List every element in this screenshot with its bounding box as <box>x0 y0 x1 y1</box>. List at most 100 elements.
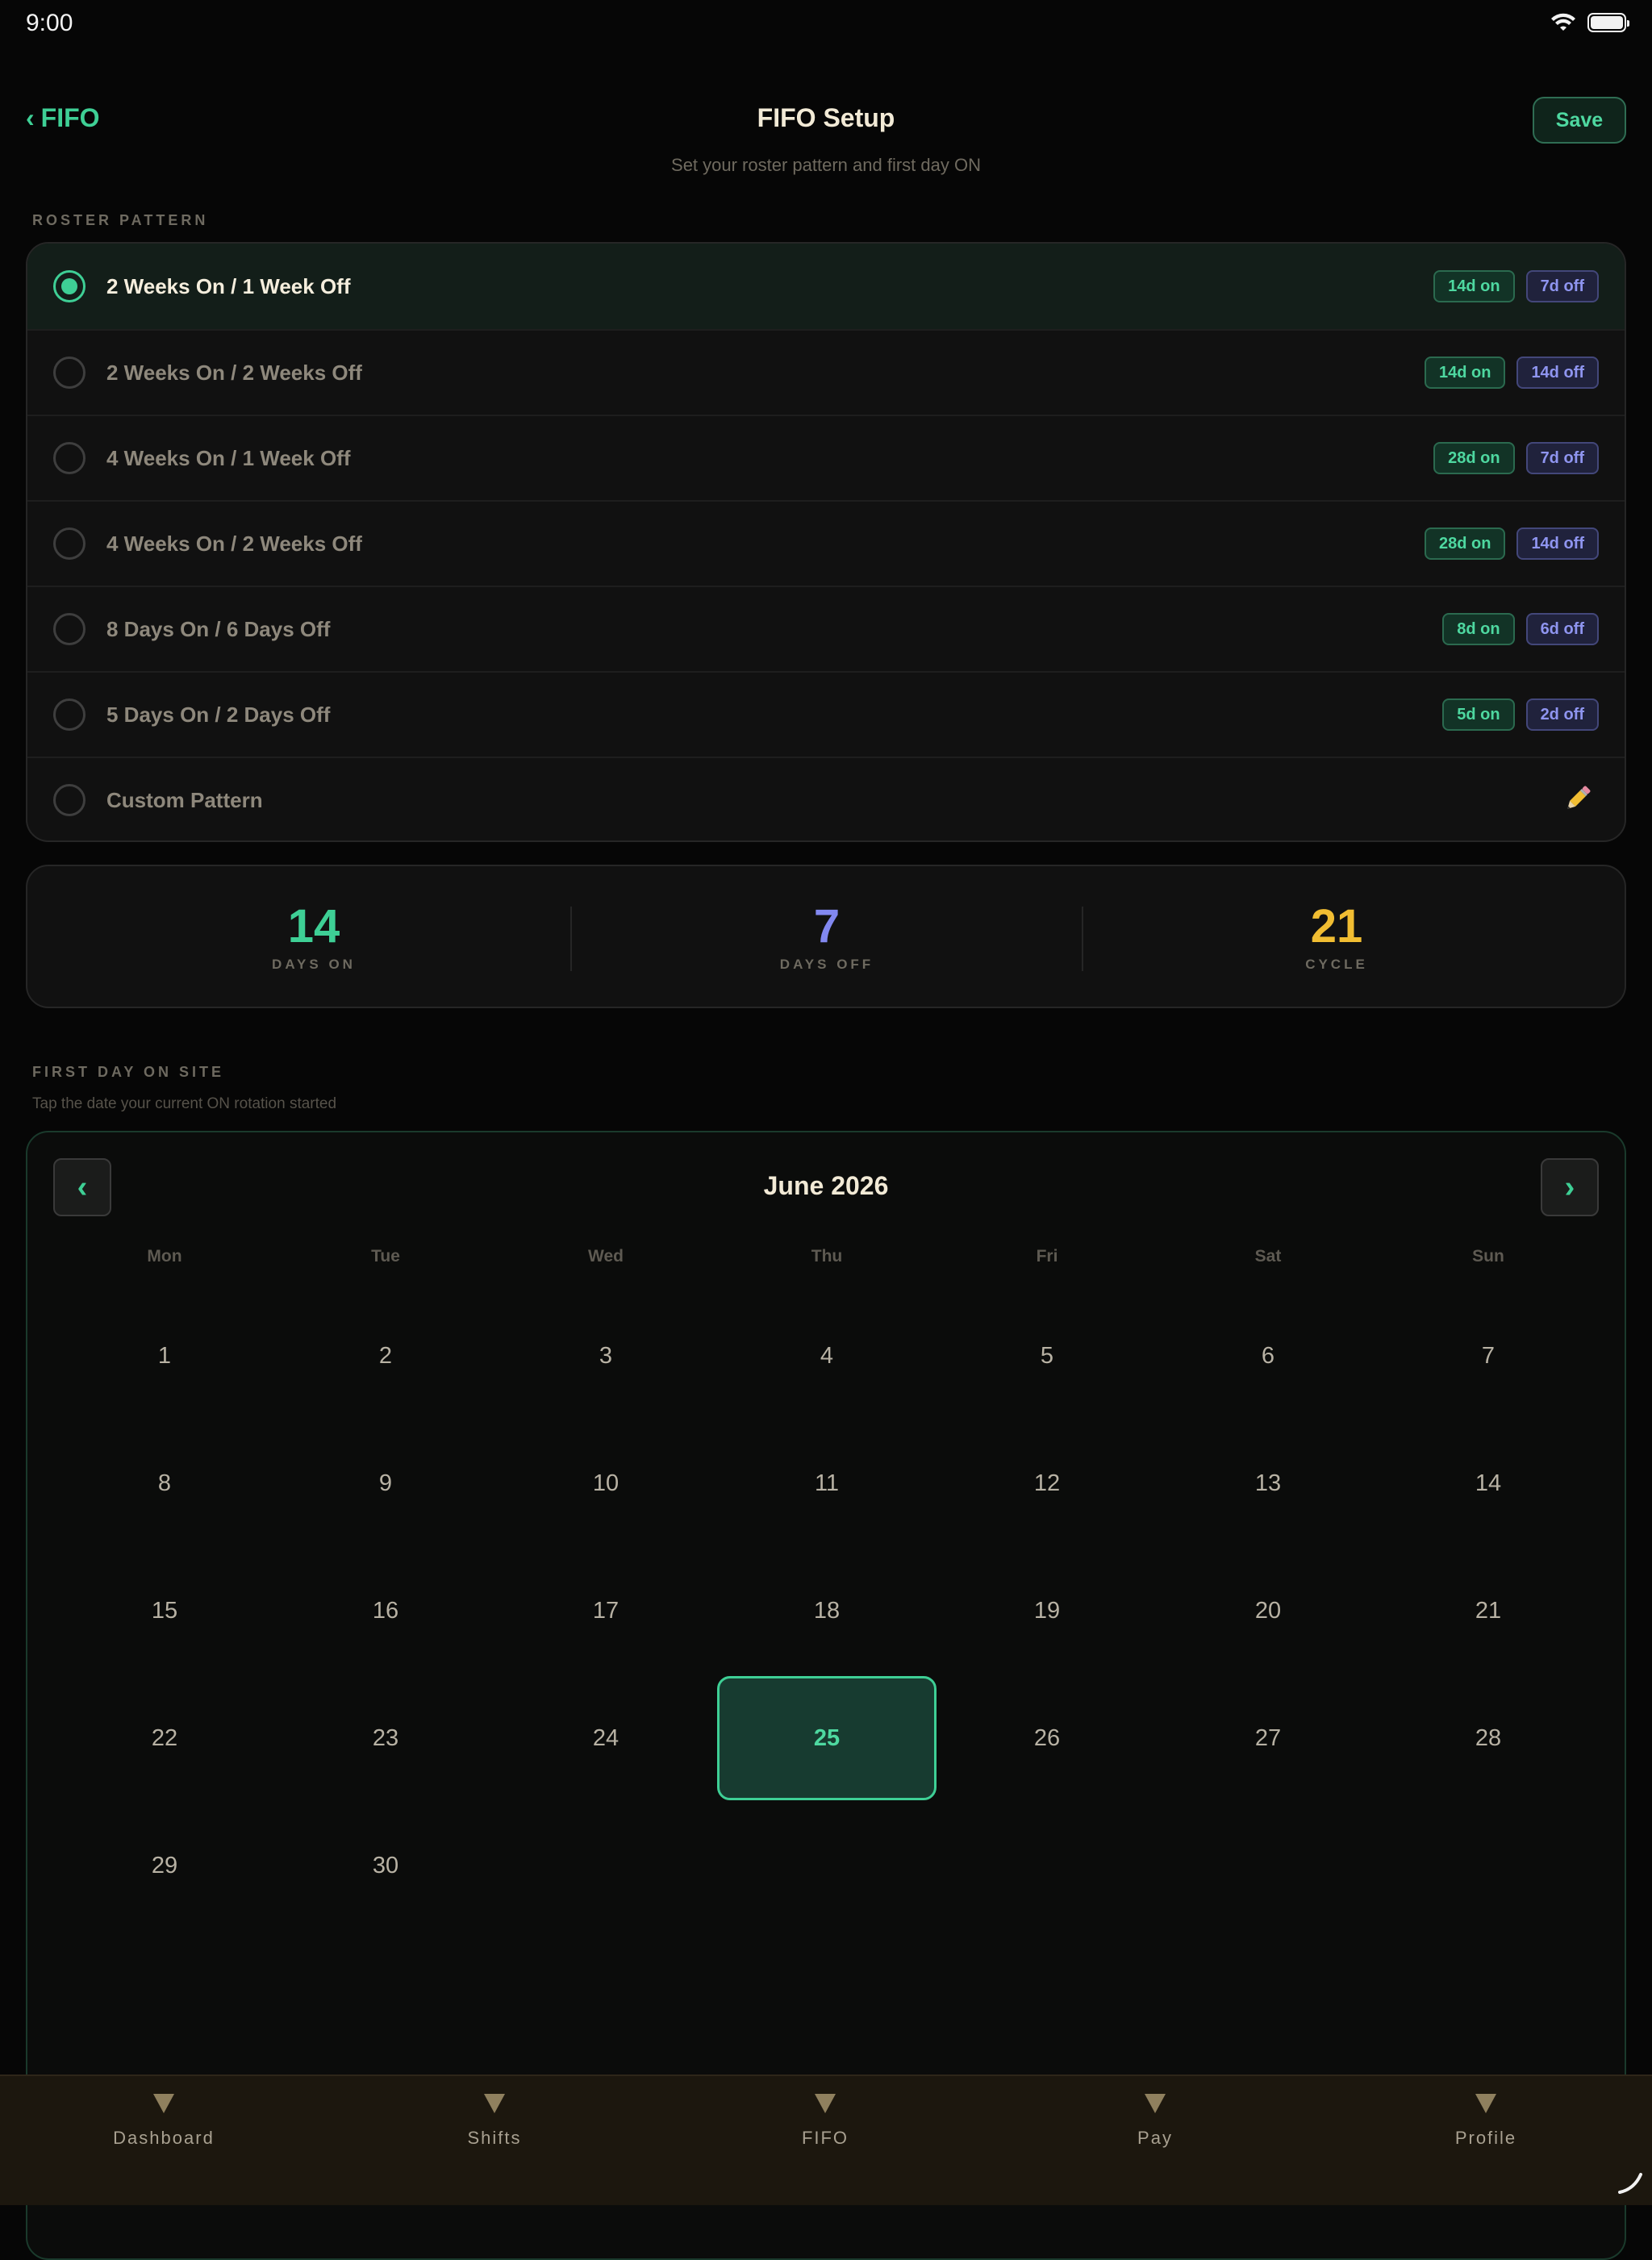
weekday-header: Wed <box>588 1247 624 1266</box>
roster-option-label: 5 Days On / 2 Days Off <box>106 702 331 727</box>
days-on-badge: 28d on <box>1433 442 1515 474</box>
radio[interactable] <box>53 613 86 645</box>
calendar-day[interactable]: 1 <box>55 1294 274 1418</box>
tab-shifts[interactable]: Shifts <box>390 2094 599 2149</box>
roster-option-label: 8 Days On / 6 Days Off <box>106 616 331 641</box>
days-off-badge: 7d off <box>1525 270 1599 302</box>
tab-profile[interactable]: Profile <box>1381 2094 1591 2149</box>
status-time: 9:00 <box>26 10 73 36</box>
days-on-badge: 8d on <box>1442 613 1515 645</box>
tab-label: Dashboard <box>113 2128 215 2148</box>
first-day-section-label: FIRST DAY ON SITE <box>32 1064 225 1080</box>
pencil-icon[interactable] <box>1562 782 1594 815</box>
days-on-stat: 14 DAYS ON <box>193 899 435 973</box>
calendar-day[interactable]: 26 <box>937 1676 1157 1800</box>
radio-selected[interactable] <box>53 270 86 302</box>
month-label: June 2026 <box>763 1171 889 1200</box>
calendar-day[interactable]: 30 <box>276 1803 495 1928</box>
calendar-day[interactable]: 17 <box>496 1549 715 1673</box>
weekday-header: Sun <box>1472 1247 1504 1266</box>
wifi-icon <box>1551 13 1575 31</box>
roster-option-label: 2 Weeks On / 1 Week Off <box>106 273 351 298</box>
weekday-header: Mon <box>147 1247 182 1266</box>
days-on-label: DAYS ON <box>272 957 356 972</box>
weekday-header: Fri <box>1036 1247 1058 1266</box>
roster-pattern-list: 2 Weeks On / 1 Week Off 14d on 7d off 2 … <box>26 242 1626 842</box>
fifo-icon <box>815 2094 836 2113</box>
days-off-stat: 7 DAYS OFF <box>706 899 948 973</box>
first-day-hint: Tap the date your current ON rotation st… <box>32 1095 337 1112</box>
calendar-day[interactable]: 18 <box>717 1549 937 1673</box>
tab-bar: Dashboard Shifts FIFO Pay Profile <box>0 2074 1652 2205</box>
calendar-day[interactable]: 12 <box>937 1421 1157 1545</box>
stat-divider <box>570 907 572 971</box>
calendar-day[interactable]: 7 <box>1379 1294 1598 1418</box>
cycle-value: 21 <box>1310 900 1363 953</box>
tab-label: Pay <box>1137 2128 1173 2148</box>
calendar-day[interactable]: 9 <box>276 1421 495 1545</box>
days-off-badge: 7d off <box>1525 442 1599 474</box>
calendar-day[interactable]: 13 <box>1158 1421 1378 1545</box>
calendar-day[interactable]: 24 <box>496 1676 715 1800</box>
calendar-day[interactable]: 19 <box>937 1549 1157 1673</box>
calendar-day[interactable]: 6 <box>1158 1294 1378 1418</box>
weekday-header: Sat <box>1254 1247 1282 1266</box>
radio[interactable] <box>53 442 86 474</box>
calendar-day-selected[interactable]: 25 <box>717 1676 937 1800</box>
calendar-day[interactable]: 2 <box>276 1294 495 1418</box>
radio[interactable] <box>53 527 86 560</box>
days-off-value: 7 <box>813 900 841 953</box>
roster-option-5on-2off[interactable]: 5 Days On / 2 Days Off 5d on 2d off <box>27 671 1625 757</box>
calendar-day[interactable]: 23 <box>276 1676 495 1800</box>
cycle-stat: 21 CYCLE <box>1216 899 1458 973</box>
calendar-day[interactable]: 5 <box>937 1294 1157 1418</box>
cycle-label: CYCLE <box>1305 957 1368 972</box>
roster-option-4on-1off[interactable]: 4 Weeks On / 1 Week Off 28d on 7d off <box>27 415 1625 500</box>
calendar-day[interactable]: 16 <box>276 1549 495 1673</box>
days-off-badge: 6d off <box>1525 613 1599 645</box>
weekday-header: Thu <box>811 1247 843 1266</box>
radio[interactable] <box>53 357 86 389</box>
days-on-badge: 14d on <box>1424 357 1506 389</box>
roster-option-custom[interactable]: Custom Pattern <box>27 757 1625 840</box>
weekday-header: Tue <box>371 1247 400 1266</box>
resize-handle-icon[interactable] <box>1618 2170 1642 2194</box>
calendar-day[interactable]: 20 <box>1158 1549 1378 1673</box>
days-off-badge: 2d off <box>1525 698 1599 731</box>
tab-dashboard[interactable]: Dashboard <box>59 2094 269 2149</box>
radio[interactable] <box>53 784 86 816</box>
stat-divider <box>1082 907 1083 971</box>
roster-option-label: 2 Weeks On / 2 Weeks Off <box>106 360 362 385</box>
roster-option-4on-2off[interactable]: 4 Weeks On / 2 Weeks Off 28d on 14d off <box>27 500 1625 586</box>
roster-option-2on-2off[interactable]: 2 Weeks On / 2 Weeks Off 14d on 14d off <box>27 329 1625 415</box>
roster-option-2on-1off[interactable]: 2 Weeks On / 1 Week Off 14d on 7d off <box>27 244 1625 329</box>
roster-option-label: 4 Weeks On / 2 Weeks Off <box>106 531 362 556</box>
roster-option-label: Custom Pattern <box>106 787 263 812</box>
radio[interactable] <box>53 698 86 731</box>
tab-label: FIFO <box>801 2128 849 2148</box>
profile-icon <box>1475 2094 1496 2113</box>
dashboard-icon <box>153 2094 174 2113</box>
tab-label: Shifts <box>467 2128 522 2148</box>
next-month-button[interactable]: › <box>1541 1158 1599 1216</box>
calendar-day[interactable]: 15 <box>55 1549 274 1673</box>
calendar-day[interactable]: 27 <box>1158 1676 1378 1800</box>
days-on-value: 14 <box>287 900 340 953</box>
tab-fifo[interactable]: FIFO <box>720 2094 930 2149</box>
tab-label: Profile <box>1454 2128 1517 2148</box>
save-button[interactable]: Save <box>1533 97 1626 144</box>
tab-pay[interactable]: Pay <box>1050 2094 1260 2149</box>
roster-summary: 14 DAYS ON 7 DAYS OFF 21 CYCLE <box>26 865 1626 1008</box>
calendar-day[interactable]: 8 <box>55 1421 274 1545</box>
calendar-day[interactable]: 21 <box>1379 1549 1598 1673</box>
calendar-day[interactable]: 3 <box>496 1294 715 1418</box>
calendar-day[interactable]: 14 <box>1379 1421 1598 1545</box>
roster-section-label: ROSTER PATTERN <box>32 212 209 228</box>
calendar-day[interactable]: 28 <box>1379 1676 1598 1800</box>
calendar-day[interactable]: 22 <box>55 1676 274 1800</box>
calendar-day[interactable]: 4 <box>717 1294 937 1418</box>
calendar-day[interactable]: 10 <box>496 1421 715 1545</box>
calendar-day[interactable]: 29 <box>55 1803 274 1928</box>
calendar-day[interactable]: 11 <box>717 1421 937 1545</box>
roster-option-8on-6off[interactable]: 8 Days On / 6 Days Off 8d on 6d off <box>27 586 1625 671</box>
